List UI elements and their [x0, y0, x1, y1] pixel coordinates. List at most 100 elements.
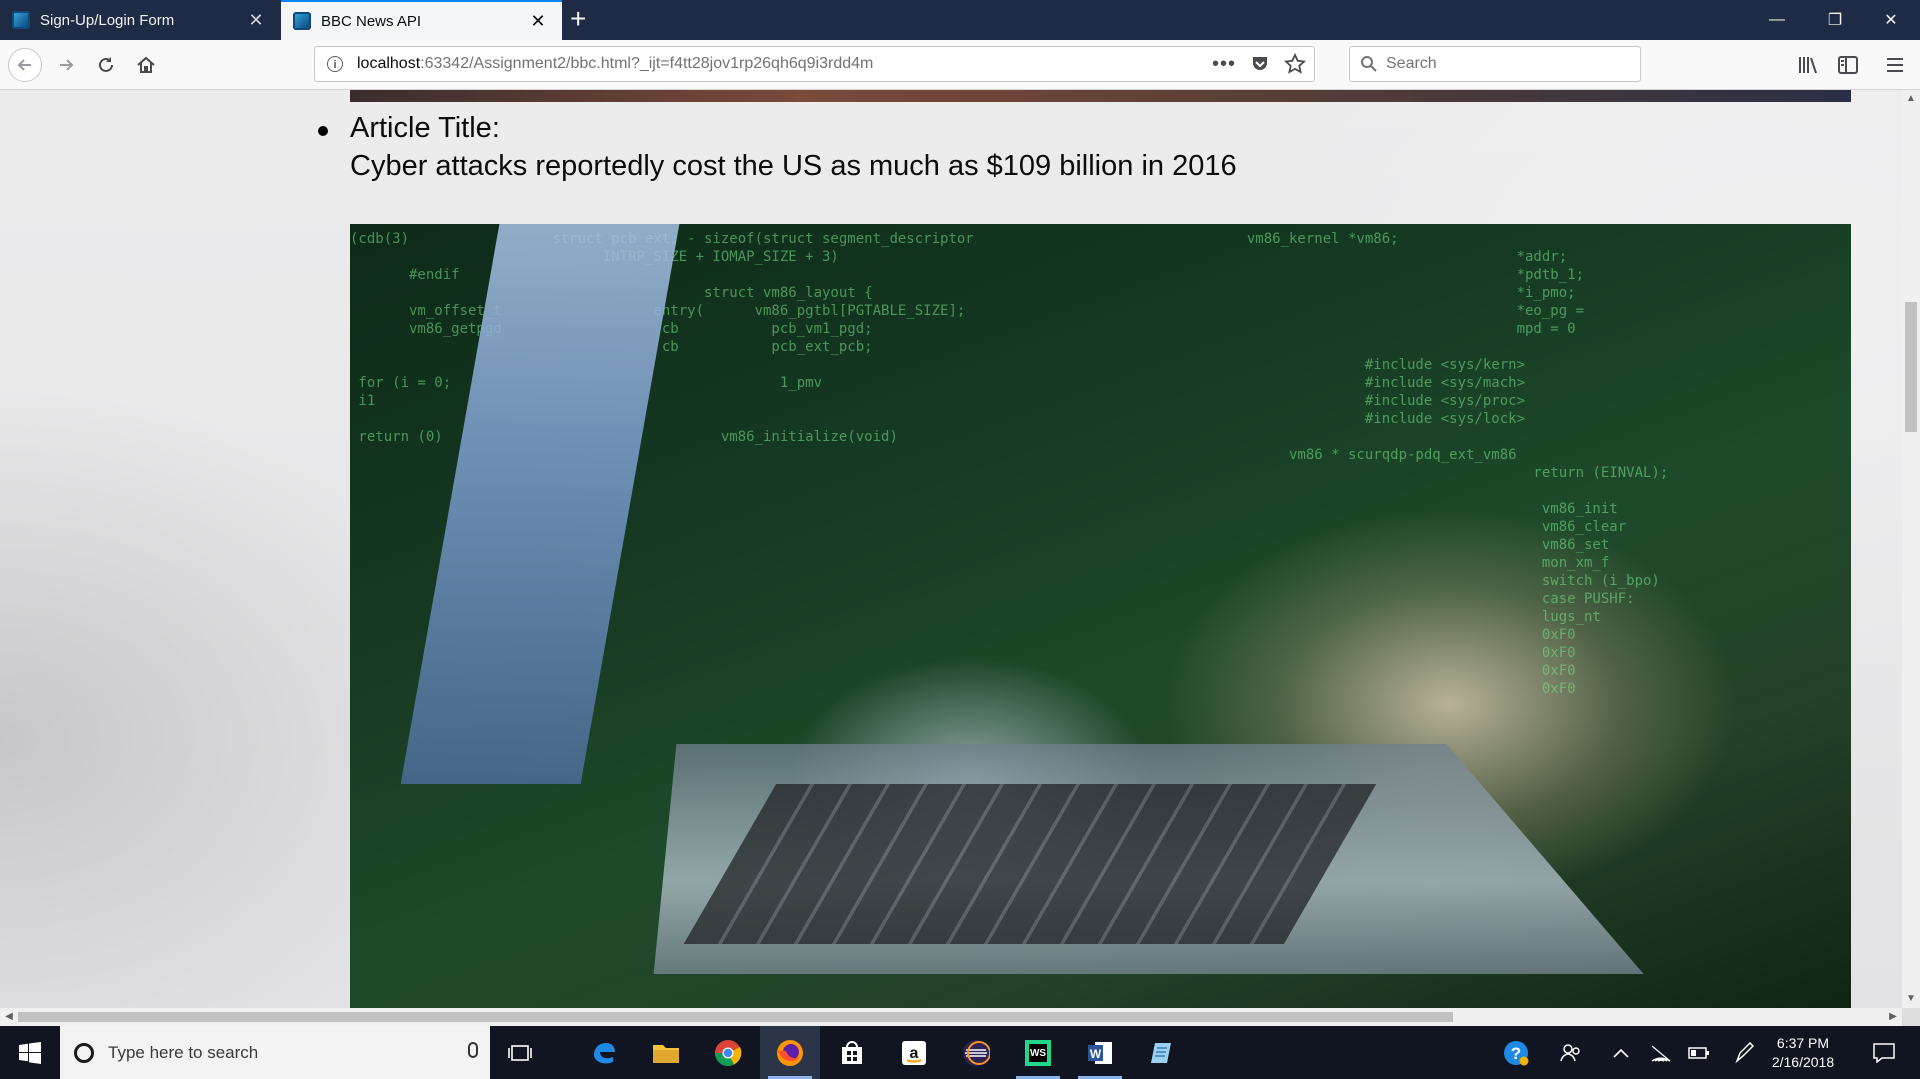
pen-icon	[1735, 1041, 1755, 1063]
article-title-label: Article Title:	[350, 112, 500, 144]
close-window-button[interactable]: ✕	[1862, 0, 1920, 40]
bookmark-star-icon[interactable]	[1284, 53, 1306, 75]
taskbar-search-placeholder: Type here to search	[108, 1042, 259, 1062]
menu-button[interactable]	[1879, 49, 1911, 81]
tab-signup-login[interactable]: Sign-Up/Login Form ✕	[0, 0, 280, 40]
taskbar-file-explorer[interactable]	[636, 1026, 696, 1079]
wifi-tray-icon[interactable]	[1646, 1026, 1676, 1079]
list-bullet	[318, 126, 328, 136]
forward-button[interactable]	[50, 49, 82, 81]
url-host: localhost	[357, 55, 421, 72]
close-tab-icon[interactable]: ✕	[242, 10, 270, 31]
url-path: :63342/Assignment2/bbc.html?_ijt=f4tt28j…	[420, 55, 874, 72]
svg-text:WS: WS	[1030, 1048, 1046, 1059]
close-tab-icon[interactable]: ✕	[524, 11, 552, 32]
show-hidden-icons-button[interactable]	[1606, 1026, 1636, 1079]
taskbar-chrome[interactable]	[698, 1026, 758, 1079]
sidebar-button[interactable]	[1832, 49, 1864, 81]
vertical-scroll-thumb[interactable]	[1905, 302, 1917, 432]
tab-bbc-news-api[interactable]: BBC News API ✕	[281, 0, 562, 40]
taskbar-word[interactable]: W	[1070, 1026, 1130, 1079]
battery-tray-icon[interactable]	[1684, 1026, 1714, 1079]
eclipse-icon	[963, 1039, 990, 1066]
site-info-icon[interactable]: i	[327, 56, 343, 72]
scroll-up-arrow-icon[interactable]: ▲	[1902, 90, 1920, 108]
taskbar-firefox[interactable]	[760, 1026, 820, 1079]
taskbar-clock[interactable]: 6:37 PM 2/16/2018	[1758, 1034, 1848, 1072]
chrome-icon	[715, 1039, 742, 1066]
new-tab-button[interactable]: +	[570, 3, 586, 35]
search-placeholder: Search	[1386, 55, 1437, 72]
tab-strip: Sign-Up/Login Form ✕ BBC News API ✕ + — …	[0, 0, 1920, 40]
people-icon	[1560, 1043, 1580, 1061]
chevron-up-icon	[1613, 1048, 1629, 1058]
page-viewport: Article Title: Cyber attacks reportedly …	[0, 90, 1902, 1008]
microphone-icon[interactable]	[468, 1042, 478, 1058]
taskbar-notepad[interactable]	[1132, 1026, 1192, 1079]
vertical-scrollbar[interactable]: ▲ ▼	[1902, 90, 1920, 1008]
edge-icon	[594, 1042, 615, 1063]
svg-text:a: a	[910, 1045, 919, 1062]
restore-button[interactable]: ❐	[1806, 0, 1864, 40]
store-bag-icon	[842, 1040, 862, 1064]
firefox-icon	[777, 1039, 803, 1066]
article-image: (cdb(3) struct pcb_ext; - sizeof(struct …	[350, 224, 1851, 1008]
navigation-toolbar: i localhost :63342/Assignment2/bbc.html?…	[0, 40, 1920, 90]
home-button[interactable]	[130, 49, 162, 81]
previous-article-image	[350, 90, 1851, 102]
help-tray-icon[interactable]: ?	[1498, 1026, 1534, 1079]
url-bar[interactable]: i localhost :63342/Assignment2/bbc.html?…	[314, 46, 1315, 82]
clock-time: 6:37 PM	[1776, 1035, 1830, 1051]
battery-icon	[1688, 1046, 1709, 1059]
laptop-keyboard	[683, 784, 1377, 944]
article-title: Cyber attacks reportedly cost the US as …	[350, 150, 1237, 182]
svg-text:W: W	[1090, 1047, 1102, 1061]
webstorm-icon: WS	[1025, 1039, 1051, 1066]
page-actions-icon[interactable]: •••	[1212, 53, 1236, 76]
scroll-left-arrow-icon[interactable]: ◀	[0, 1008, 18, 1026]
taskbar-store[interactable]	[822, 1026, 882, 1079]
folder-icon	[653, 1044, 679, 1063]
sidebar-icon	[1838, 56, 1858, 74]
windows-logo-icon	[19, 1041, 41, 1064]
wifi-icon	[1651, 1045, 1671, 1062]
amazon-icon: a	[902, 1040, 926, 1065]
code-overlay: vm86_kernel *vm86; *addr; *pdtb_1; *i_pm…	[1246, 231, 1669, 697]
reload-icon	[99, 57, 113, 72]
people-tray-icon[interactable]	[1556, 1026, 1586, 1079]
back-button[interactable]	[8, 48, 42, 82]
taskbar-search-box[interactable]: Type here to search	[60, 1026, 490, 1079]
hamburger-menu-icon	[1887, 58, 1903, 72]
pocket-icon[interactable]	[1250, 54, 1270, 74]
reload-button[interactable]	[90, 49, 122, 81]
webstorm-favicon-icon	[12, 11, 30, 29]
taskbar-amazon[interactable]: a	[884, 1026, 944, 1079]
library-button[interactable]	[1792, 49, 1824, 81]
taskbar-edge[interactable]	[574, 1026, 634, 1079]
windows-taskbar: Type here to search a WS W ? 6:37 PM 2/1…	[0, 1026, 1920, 1079]
library-icon	[1799, 57, 1817, 74]
forward-arrow-icon	[60, 59, 74, 71]
task-view-button[interactable]	[490, 1026, 550, 1079]
tab-label: Sign-Up/Login Form	[40, 11, 175, 29]
action-center-button[interactable]	[1864, 1026, 1904, 1079]
word-icon: W	[1088, 1041, 1112, 1064]
scroll-right-arrow-icon[interactable]: ▶	[1884, 1008, 1902, 1026]
minimize-button[interactable]: —	[1748, 0, 1806, 40]
notepad-icon	[1151, 1042, 1171, 1063]
home-icon	[137, 56, 155, 73]
taskbar-eclipse[interactable]	[946, 1026, 1006, 1079]
notification-icon	[1873, 1042, 1895, 1063]
horizontal-scroll-thumb[interactable]	[18, 1012, 1453, 1022]
task-view-icon	[508, 1044, 532, 1061]
taskbar-webstorm[interactable]: WS	[1008, 1026, 1068, 1079]
webstorm-favicon-icon	[293, 12, 311, 30]
scroll-down-arrow-icon[interactable]: ▼	[1902, 990, 1920, 1008]
pen-workspace-tray-icon[interactable]	[1730, 1026, 1760, 1079]
start-button[interactable]	[0, 1026, 60, 1079]
question-icon: ?	[1504, 1040, 1529, 1065]
clock-date: 2/16/2018	[1771, 1054, 1835, 1070]
cortana-icon	[74, 1042, 94, 1063]
horizontal-scrollbar[interactable]: ◀ ▶	[0, 1008, 1902, 1026]
search-bar[interactable]: Search	[1349, 46, 1641, 82]
